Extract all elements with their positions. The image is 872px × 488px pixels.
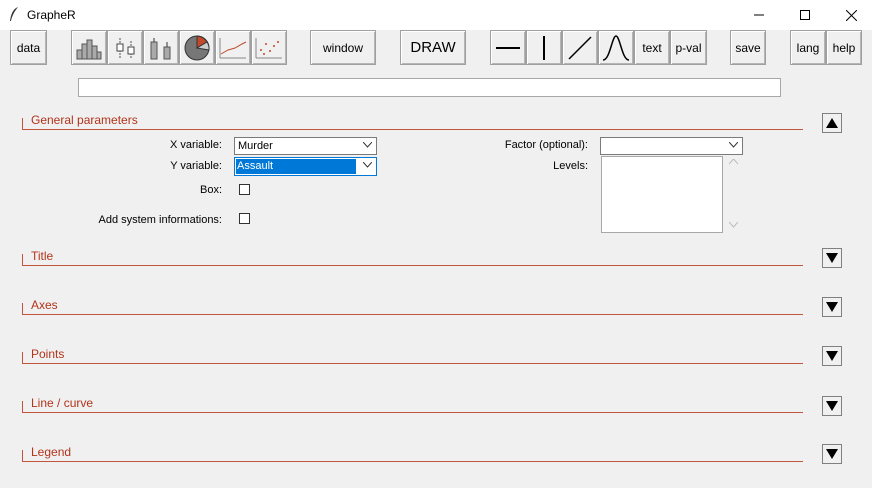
x-variable-value: Murder: [238, 140, 273, 152]
scroll-up-icon[interactable]: [729, 159, 738, 165]
scroll-down-icon[interactable]: [729, 222, 738, 228]
gaussian-curve-icon: [602, 34, 630, 61]
histogram-icon: [76, 39, 102, 59]
minimize-button[interactable]: [736, 0, 782, 30]
text-button[interactable]: text: [634, 30, 670, 65]
scatterplot-button[interactable]: [251, 30, 287, 65]
maximize-icon: [800, 10, 810, 20]
triangle-up-icon: [826, 118, 838, 128]
scatterplot-icon: [255, 37, 282, 58]
box-checkbox[interactable]: [239, 184, 250, 195]
maximize-button[interactable]: [782, 0, 828, 30]
triangle-down-icon: [826, 302, 838, 312]
pie-chart-button[interactable]: [179, 30, 215, 65]
chevron-down-icon: [363, 142, 372, 148]
pie-chart-icon: [184, 34, 210, 60]
horizontal-line-button[interactable]: [490, 30, 526, 65]
barplot-icon: [150, 37, 171, 59]
minimize-icon: [754, 14, 764, 16]
section-divider: [22, 314, 803, 315]
barplot-button[interactable]: [143, 30, 179, 65]
close-button[interactable]: [828, 0, 872, 30]
pval-button[interactable]: p-val: [670, 30, 707, 65]
section-legend-title[interactable]: Legend: [31, 445, 71, 459]
section-divider: [22, 363, 803, 364]
x-variable-label: X variable:: [170, 139, 222, 151]
window-button[interactable]: window: [310, 30, 376, 65]
factor-value: [603, 139, 605, 153]
expand-points-button[interactable]: [822, 346, 842, 366]
sysinfo-checkbox[interactable]: [239, 213, 250, 224]
box-label: Box:: [199, 184, 222, 196]
x-variable-select[interactable]: Murder: [234, 137, 377, 155]
chevron-down-icon: [363, 162, 372, 168]
data-button[interactable]: data: [10, 30, 47, 65]
vertical-line-icon: [543, 35, 545, 60]
lang-button[interactable]: lang: [790, 30, 826, 65]
window-title: GrapheR: [27, 8, 76, 22]
command-input[interactable]: [78, 78, 781, 97]
close-icon: [845, 9, 857, 21]
vertical-line-button[interactable]: [526, 30, 562, 65]
save-button[interactable]: save: [730, 30, 766, 65]
chevron-down-icon: [729, 142, 738, 148]
section-divider: [22, 129, 803, 130]
diagonal-line-icon: [568, 35, 592, 60]
title-bar: GrapheR: [0, 0, 872, 30]
section-axes-title[interactable]: Axes: [31, 298, 58, 312]
triangle-down-icon: [826, 253, 838, 263]
histogram-button[interactable]: [71, 30, 107, 65]
section-general-title[interactable]: General parameters: [31, 113, 138, 127]
boxplot-icon: [116, 37, 135, 58]
section-points-title[interactable]: Points: [31, 347, 64, 361]
curve-icon: [219, 37, 247, 58]
expand-title-button[interactable]: [822, 248, 842, 268]
section-line-title[interactable]: Line / curve: [31, 396, 93, 410]
section-divider: [22, 412, 803, 413]
levels-listbox[interactable]: [601, 156, 723, 233]
y-variable-select[interactable]: Assault: [234, 157, 377, 176]
diagonal-line-button[interactable]: [562, 30, 598, 65]
expand-line-button[interactable]: [822, 396, 842, 416]
factor-label: Factor (optional):: [504, 139, 588, 151]
boxplot-button[interactable]: [107, 30, 143, 65]
curve-button[interactable]: [215, 30, 251, 65]
expand-axes-button[interactable]: [822, 297, 842, 317]
y-variable-value: Assault: [236, 159, 356, 174]
help-button[interactable]: help: [826, 30, 862, 65]
triangle-down-icon: [826, 449, 838, 459]
expand-legend-button[interactable]: [822, 444, 842, 464]
collapse-general-button[interactable]: [822, 113, 842, 133]
sysinfo-label: Add system informations:: [98, 214, 223, 226]
draw-button[interactable]: DRAW: [400, 30, 466, 65]
triangle-down-icon: [826, 401, 838, 411]
section-divider: [22, 265, 803, 266]
section-divider: [22, 461, 803, 462]
gaussian-curve-button[interactable]: [598, 30, 634, 65]
y-variable-label: Y variable:: [170, 160, 222, 172]
feather-icon: [10, 7, 18, 21]
factor-select[interactable]: [600, 137, 743, 155]
section-title-title[interactable]: Title: [31, 249, 53, 263]
triangle-down-icon: [826, 351, 838, 361]
horizontal-line-icon: [496, 46, 520, 49]
levels-label: Levels:: [553, 160, 588, 172]
